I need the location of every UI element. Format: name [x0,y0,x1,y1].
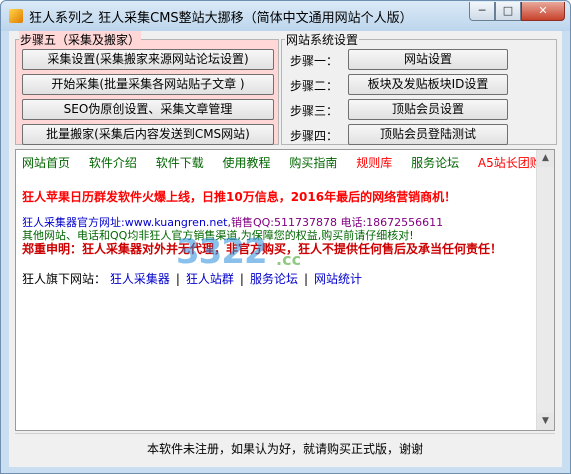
nav-forum-link[interactable]: 服务论坛 [411,156,459,170]
start-collect-button[interactable]: 开始采集(批量采集各网站贴子文章 ) [22,74,274,95]
nav-rules-link[interactable]: 规则库 [356,156,392,170]
member-login-test-button[interactable]: 顶贴会员登陆测试 [348,124,508,145]
nav-download-link[interactable]: 软件下载 [156,156,204,170]
info-panel: 网站首页 软件介绍 软件下载 使用教程 购买指南 规则库 服务论坛 A5站长团购… [15,149,555,431]
collect-settings-button[interactable]: 采集设置(采集搬家来源网站论坛设置) [22,49,274,70]
step4-label: 步骤四： [290,129,339,143]
watermark-suffix: .cc [276,250,302,269]
status-bar: 本软件未注册，如果认为好，就请购买正式版，谢谢 [15,433,555,462]
nav-purchase-link[interactable]: 购买指南 [289,156,337,170]
window-title: 狂人系列之 狂人采集CMS整站大挪移（简体中文通用网站个人版） [29,11,413,26]
site-settings-group-label: 网站系统设置 [285,31,360,48]
watermark-text: 3322 [176,232,268,272]
maximize-button[interactable]: □ [495,2,521,21]
vertical-scrollbar[interactable]: ▲ ▼ [536,150,554,430]
minimize-button[interactable]: ─ [469,2,495,21]
nav-intro-link[interactable]: 软件介绍 [89,156,137,170]
seo-settings-button[interactable]: SEO伪原创设置、采集文章管理 [22,99,274,120]
step2-label: 步骤二： [290,79,339,93]
site-settings-button[interactable]: 网站设置 [348,49,508,70]
site-settings-group: 网站系统设置 步骤一： 网站设置 步骤二： 板块及发贴板块ID设置 步骤三： 顶… [281,31,557,145]
nav-home-link[interactable]: 网站首页 [22,156,70,170]
step5-group: 步骤五（采集及搬家） 采集设置(采集搬家来源网站论坛设置) 开始采集(批量采集各… [15,31,279,145]
title-bar: 狂人系列之 狂人采集CMS整站大挪移（简体中文通用网站个人版） ─ □ ✕ [1,1,570,31]
scroll-up-icon[interactable]: ▲ [537,150,554,167]
client-area: 步骤五（采集及搬家） 采集设置(采集搬家来源网站论坛设置) 开始采集(批量采集各… [9,31,562,467]
app-icon [9,9,23,23]
sister-sites-label: 狂人旗下网站： [22,272,107,286]
nav-a5-link[interactable]: A5站长团购 [478,156,542,170]
board-id-settings-button[interactable]: 板块及发贴板块ID设置 [348,74,508,95]
app-window: 狂人系列之 狂人采集CMS整站大挪移（简体中文通用网站个人版） ─ □ ✕ 步骤… [0,0,571,474]
link-collector[interactable]: 狂人采集器 [110,272,170,286]
nav-tutorial-link[interactable]: 使用教程 [223,156,271,170]
batch-move-button[interactable]: 批量搬家(采集后内容发送到CMS网站) [22,124,274,145]
step5-group-label: 步骤五（采集及搬家） [19,31,142,48]
step3-label: 步骤三： [290,104,339,118]
link-site-stats[interactable]: 网站统计 [314,272,362,286]
scroll-down-icon[interactable]: ▼ [537,413,554,430]
promo-headline: 狂人苹果日历群发软件火爆上线，日推10万信息，2016年最后的网络营销商机！ [22,190,457,204]
status-text: 本软件未注册，如果认为好，就请购买正式版，谢谢 [146,442,423,456]
watermark-logo: 3322 .cc [176,232,316,282]
member-settings-button[interactable]: 顶贴会员设置 [348,99,508,120]
close-button[interactable]: ✕ [521,2,565,21]
step1-label: 步骤一： [290,54,339,68]
nav-bar: 网站首页 软件介绍 软件下载 使用教程 购买指南 规则库 服务论坛 A5站长团购 [22,154,542,171]
